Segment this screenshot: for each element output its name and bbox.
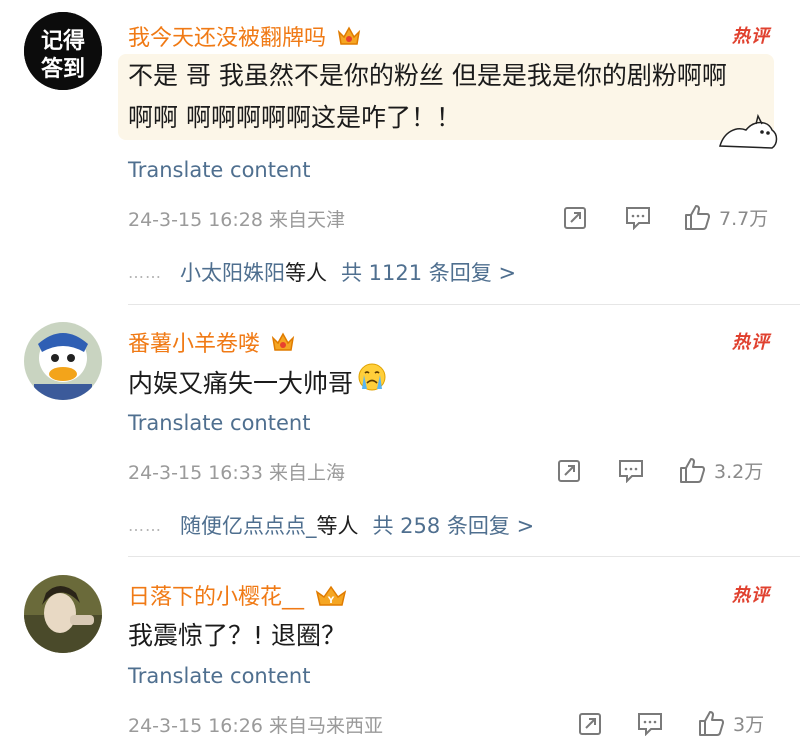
thumbs-up-icon [685, 205, 710, 230]
share-icon [564, 207, 586, 229]
comment-button[interactable] [637, 712, 663, 736]
reply-user[interactable]: 小太阳姝阳 [180, 257, 285, 287]
hot-comment-badge: 热评 [732, 332, 770, 353]
reply-suffix: 等人 [285, 261, 327, 285]
hot-comment-badge: 热评 [732, 585, 770, 606]
divider [128, 556, 800, 557]
share-button[interactable] [557, 459, 581, 483]
thumbs-up-icon [699, 711, 724, 736]
author-name[interactable]: 番薯小羊卷喽 [128, 326, 296, 358]
crown-icon: Y [314, 583, 348, 607]
comment-meta: 24-3-15 16:33 来自上海 [128, 462, 345, 484]
comment-button[interactable] [618, 459, 644, 483]
avatar[interactable] [24, 322, 102, 400]
svg-text:Y: Y [327, 596, 335, 606]
crown-icon [270, 330, 296, 354]
translate-link[interactable]: Translate content [128, 664, 310, 688]
ellipsis-icon: …… [128, 262, 162, 282]
like-count: 7.7万 [719, 207, 769, 230]
divider [128, 304, 800, 305]
like-button[interactable]: 3万 [697, 709, 764, 737]
comment-icon [638, 713, 662, 736]
translate-link[interactable]: Translate content [128, 158, 310, 182]
comment-meta: 24-3-15 16:28 来自天津 [128, 209, 345, 231]
avatar[interactable] [24, 575, 102, 653]
like-button[interactable]: 3.2万 [678, 456, 763, 484]
comment-meta: 24-3-15 16:26 来自马来西亚 [128, 715, 383, 737]
reply-suffix: 等人 [316, 514, 359, 538]
like-button[interactable]: 7.7万 [683, 203, 768, 231]
avatar-text: 答到 [41, 56, 85, 82]
author-label: 番薯小羊卷喽 [128, 332, 261, 357]
comment-text-line: 啊啊 啊啊啊啊啊这是咋了！！ [128, 103, 461, 132]
author-label: 我今天还没被翻牌吗 [128, 26, 327, 51]
author-label: 日落下的小樱花__ [128, 585, 305, 610]
replies-link[interactable]: …… 小太阳姝阳 等人 共 1121 条回复 > [128, 257, 516, 287]
like-count: 3万 [733, 713, 765, 736]
dog-sticker-icon [714, 112, 782, 156]
comment-text: 内娱又痛失一大帅哥 [128, 368, 354, 398]
comment-feed: 记得 答到 我今天还没被翻牌吗 热评 不是 哥 我虽然不是你的粉丝 但是是我是你… [0, 0, 800, 753]
comment-icon [626, 207, 650, 230]
comment-text-line: 我震惊了？! 退圈？ [128, 621, 346, 650]
translate-link[interactable]: Translate content [128, 411, 310, 435]
crown-icon [336, 24, 362, 48]
comment-icon [619, 460, 643, 483]
share-button[interactable] [578, 712, 602, 736]
reply-count[interactable]: 共 258 条回复 > [373, 510, 535, 540]
share-button[interactable] [563, 206, 587, 230]
reply-user[interactable]: 随便亿点点点_ [180, 510, 317, 540]
share-icon [558, 460, 580, 482]
ellipsis-icon: …… [128, 515, 162, 535]
share-icon [579, 713, 601, 735]
crying-emoji-icon [357, 362, 387, 405]
comment-text-line: 内娱又痛失一大帅哥 [128, 362, 387, 405]
avatar-text: 记得 [41, 28, 85, 54]
author-name[interactable]: 我今天还没被翻牌吗 [128, 20, 362, 52]
avatar[interactable]: 记得 答到 [24, 12, 102, 90]
like-count: 3.2万 [714, 460, 764, 483]
reply-count[interactable]: 共 1121 条回复 > [341, 257, 516, 287]
hot-comment-badge: 热评 [732, 26, 770, 47]
replies-link[interactable]: …… 随便亿点点点_ 等人 共 258 条回复 > [128, 510, 534, 540]
comment-text-line: 不是 哥 我虽然不是你的粉丝 但是是我是你的剧粉啊啊 [128, 61, 727, 90]
author-name[interactable]: 日落下的小樱花__ Y [128, 579, 348, 611]
comment-button[interactable] [625, 206, 651, 230]
thumbs-up-icon [680, 458, 705, 483]
